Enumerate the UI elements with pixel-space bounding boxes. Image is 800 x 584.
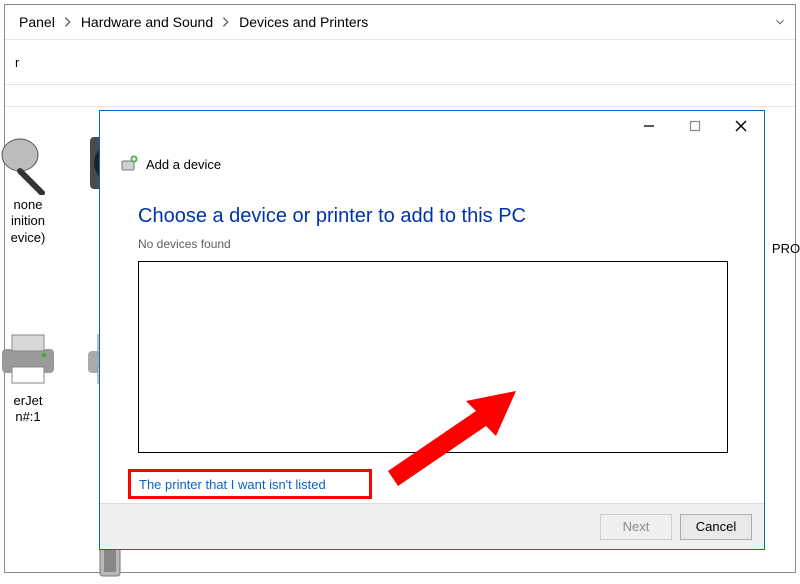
dialog-heading: Choose a device or printer to add to thi… [138, 205, 526, 228]
divider [5, 106, 795, 107]
breadcrumb-seg-devices[interactable]: Devices and Printers [235, 14, 372, 30]
chevron-right-icon [61, 15, 75, 29]
divider [5, 84, 795, 85]
chevron-right-icon [219, 15, 233, 29]
breadcrumb[interactable]: Panel Hardware and Sound Devices and Pri… [5, 5, 795, 39]
close-button[interactable] [718, 111, 764, 141]
breadcrumb-seg-panel[interactable]: Panel [15, 14, 59, 30]
toolbar-truncated-label: r [15, 55, 19, 70]
device-item-microphone[interactable]: none inition evice) [0, 131, 71, 246]
printer-not-listed-link[interactable]: The printer that I want isn't listed [139, 477, 326, 492]
device-label: erJet n#:1 [0, 393, 71, 426]
minimize-button[interactable] [626, 111, 672, 141]
printer-icon [0, 327, 60, 391]
cancel-button[interactable]: Cancel [680, 514, 752, 540]
maximize-button[interactable] [672, 111, 718, 141]
dialog-titlebar [100, 111, 764, 145]
breadcrumb-dropdown-icon[interactable] [773, 15, 787, 29]
add-device-dialog: Add a device Choose a device or printer … [99, 110, 765, 550]
dialog-footer: Next Cancel [100, 503, 764, 549]
breadcrumb-seg-hardware[interactable]: Hardware and Sound [77, 14, 217, 30]
device-item-printer[interactable]: erJet n#:1 [0, 327, 71, 426]
toolbar: r [5, 40, 795, 84]
device-label: none inition evice) [0, 197, 71, 246]
microphone-icon [0, 131, 60, 195]
dialog-title-row: Add a device [120, 155, 221, 173]
next-button: Next [600, 514, 672, 540]
printer-not-listed-highlight: The printer that I want isn't listed [128, 469, 372, 499]
dialog-title: Add a device [146, 157, 221, 172]
add-device-icon [120, 155, 138, 173]
device-listbox[interactable] [138, 261, 728, 453]
dialog-subtext: No devices found [138, 237, 231, 251]
